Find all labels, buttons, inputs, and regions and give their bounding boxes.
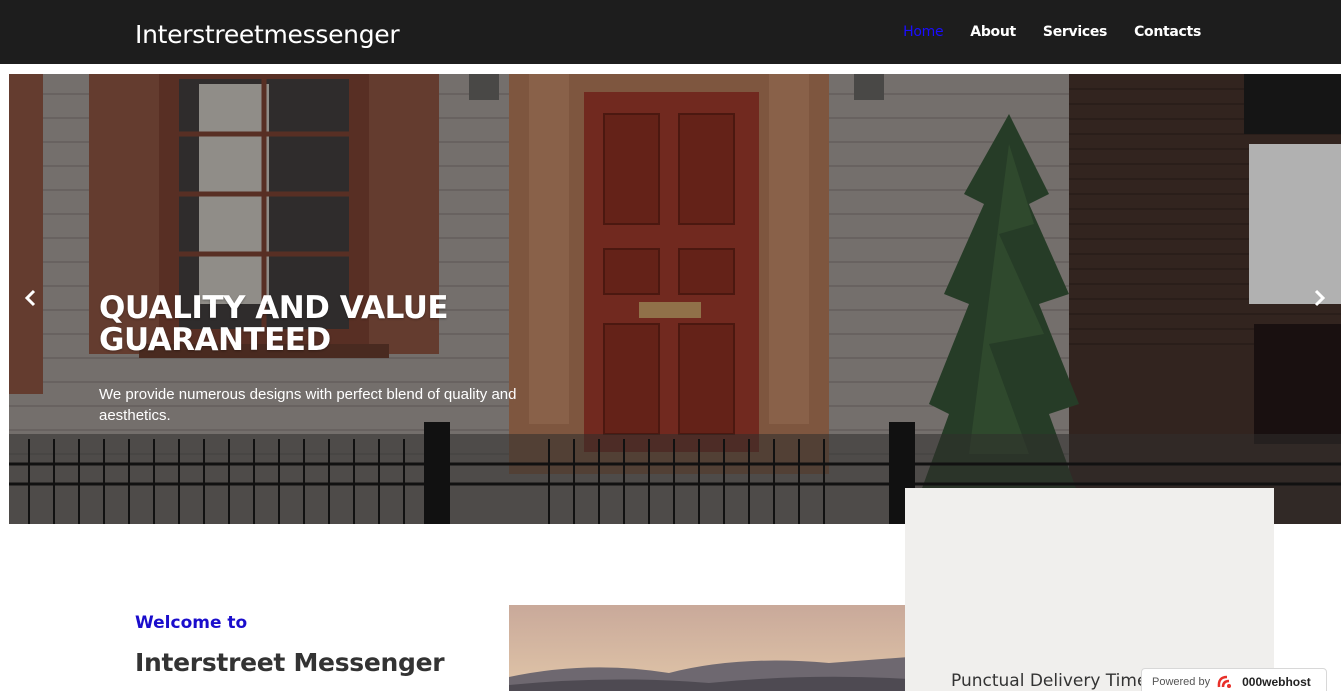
webhost-logo-icon [1217, 675, 1232, 688]
about-image [509, 605, 909, 691]
navbar: Interstreetmessenger Home About Services… [0, 0, 1341, 64]
about-title: Interstreet Messenger [135, 648, 445, 677]
carousel-next-button[interactable] [1307, 286, 1331, 310]
hosting-badge[interactable]: Powered by 000webhost [1141, 668, 1327, 691]
nav-link-services[interactable]: Services [1043, 24, 1107, 40]
welcome-subtitle: Welcome to [135, 613, 248, 633]
nav-link-about[interactable]: About [970, 24, 1016, 40]
hero-text: We provide numerous designs with perfect… [99, 386, 517, 424]
feature-title: Punctual Delivery Time [951, 671, 1148, 691]
brand-logo[interactable]: Interstreetmessenger [135, 20, 400, 49]
chevron-left-icon [24, 289, 36, 307]
chevron-right-icon [1314, 289, 1326, 307]
feature-card: Punctual Delivery Time [905, 488, 1274, 691]
badge-host-label: 000webhost [1242, 675, 1311, 689]
nav-link-home[interactable]: Home [903, 24, 943, 40]
hero-carousel: QUALITY AND VALUE GUARANTEED We provide … [9, 74, 1341, 524]
nav-links: Home About Services Contacts [903, 24, 1201, 40]
carousel-prev-button[interactable] [19, 286, 43, 310]
hero-title: QUALITY AND VALUE GUARANTEED [99, 290, 449, 358]
nav-link-contacts[interactable]: Contacts [1134, 24, 1201, 40]
badge-powered-label: Powered by [1152, 676, 1211, 688]
